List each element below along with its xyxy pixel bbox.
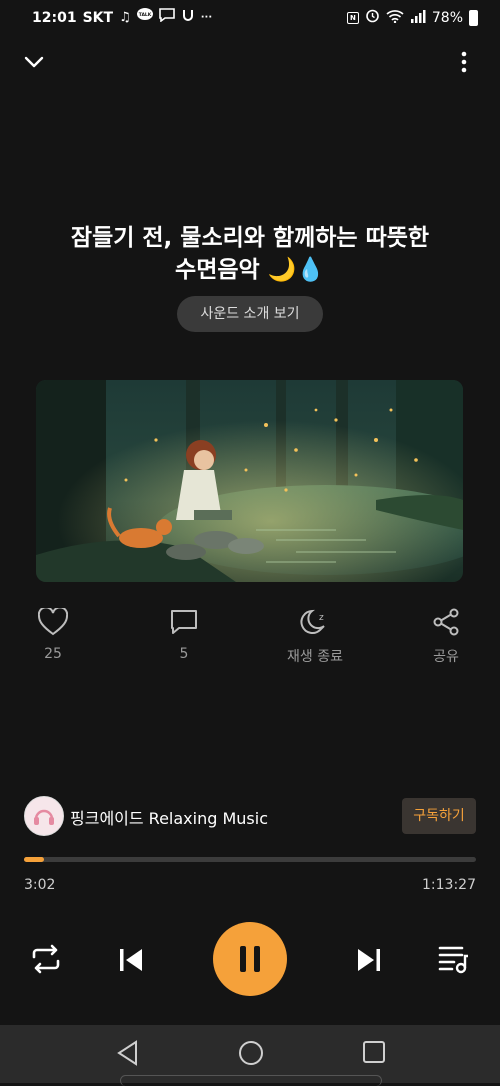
action-row: 25 5 z 재생 종료 공유: [0, 602, 500, 672]
channel-avatar[interactable]: [24, 796, 64, 836]
pause-button[interactable]: [213, 922, 287, 996]
svg-text:TALK: TALK: [138, 12, 151, 18]
top-bar: [0, 44, 500, 84]
album-artwork: [36, 380, 463, 582]
clock: 12:01: [32, 9, 77, 26]
sleep-timer-label: 재생 종료: [287, 649, 343, 665]
talk-icon: TALK: [136, 8, 153, 27]
nfc-icon: N: [347, 12, 359, 24]
track-title-line2: 수면음악 🌙💧: [175, 257, 325, 283]
next-track-icon[interactable]: [354, 946, 384, 978]
more-options-icon[interactable]: [452, 50, 476, 74]
music-note-icon: ♫: [119, 9, 131, 25]
home-nav-icon[interactable]: [238, 1040, 264, 1070]
track-title-line1: 잠들기 전, 물소리와 함께하는 따뜻한: [70, 225, 430, 251]
more-notifications-icon: ···: [200, 11, 213, 23]
signal-icon: [410, 9, 426, 28]
comment-icon: [171, 610, 197, 634]
back-nav-icon[interactable]: [116, 1040, 140, 1070]
previous-track-icon[interactable]: [116, 946, 146, 978]
share-label: 공유: [433, 649, 459, 665]
moon-zz-icon: z: [300, 609, 325, 634]
share-icon: [433, 608, 459, 636]
share-action[interactable]: 공유: [401, 602, 491, 666]
current-time: 3:02: [24, 877, 56, 893]
battery-icon: [469, 10, 478, 26]
progress-bar[interactable]: [24, 857, 476, 862]
sound-intro-button[interactable]: 사운드 소개 보기: [177, 296, 323, 332]
svg-text:z: z: [319, 613, 324, 623]
heart-icon: [38, 608, 68, 636]
channel-row: 핑크에이드 Relaxing Music 구독하기: [24, 796, 476, 836]
progress-fill: [24, 857, 45, 862]
collapse-chevron-down-icon[interactable]: [22, 50, 46, 74]
like-count: 25: [44, 646, 62, 662]
track-title: 잠들기 전, 물소리와 함께하는 따뜻한 수면음악 🌙💧: [30, 222, 470, 286]
gesture-handle: [120, 1075, 382, 1086]
status-right: N 78%: [347, 8, 478, 28]
total-time: 1:13:27: [422, 877, 476, 893]
status-bar: 12:01 SKT ♫ TALK ··· N 78%: [0, 0, 500, 36]
repeat-icon[interactable]: [30, 944, 62, 978]
playlist-icon[interactable]: [438, 944, 470, 978]
comment-action[interactable]: 5: [139, 602, 229, 662]
channel-name[interactable]: 핑크에이드 Relaxing Music: [70, 805, 268, 829]
subscribe-button[interactable]: 구독하기: [402, 798, 476, 834]
alarm-icon: [365, 8, 380, 28]
status-left: 12:01 SKT ♫ TALK ···: [32, 8, 212, 27]
sleep-timer-action[interactable]: z 재생 종료: [270, 602, 360, 666]
comment-count: 5: [179, 646, 189, 662]
wifi-icon: [386, 9, 404, 28]
system-nav-bar: [0, 1025, 500, 1086]
battery-percent: 78%: [431, 10, 463, 26]
recents-nav-icon[interactable]: [362, 1040, 386, 1068]
app-u-icon: [181, 8, 195, 27]
like-action[interactable]: 25: [8, 602, 98, 662]
carrier: SKT: [82, 9, 114, 26]
pause-icon: [240, 946, 260, 972]
message-icon: [158, 8, 175, 27]
playback-controls: [0, 920, 500, 1000]
